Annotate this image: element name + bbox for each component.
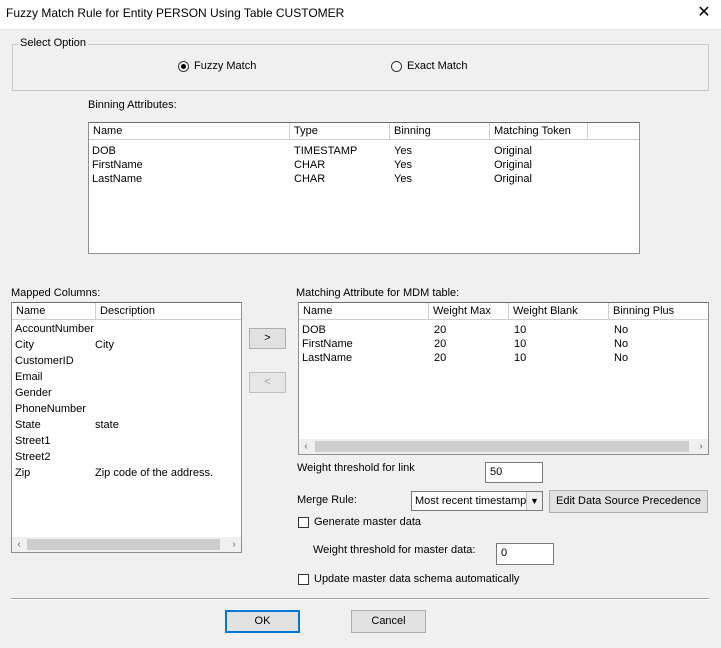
weight-threshold-master-input[interactable]: 0 — [496, 543, 554, 565]
close-icon[interactable]: ✕ — [694, 4, 714, 24]
binning-attributes-label: Binning Attributes: — [88, 99, 177, 111]
binning-cell-type: TIMESTAMP — [294, 145, 358, 157]
scroll-left-icon[interactable]: ‹ — [12, 537, 26, 552]
binning-cell-token: Original — [494, 173, 532, 185]
generate-master-data-checkbox[interactable] — [298, 517, 309, 528]
update-schema-checkbox[interactable] — [298, 574, 309, 585]
scroll-thumb[interactable] — [27, 539, 220, 550]
matching-cell-binning-plus: No — [614, 338, 629, 350]
binning-cell-name: DOB — [92, 145, 116, 157]
binning-col-matching-token[interactable]: Matching Token — [490, 123, 588, 140]
binning-attributes-list[interactable]: Name Type Binning Matching Token DOB TIM… — [88, 122, 640, 254]
binning-col-name[interactable]: Name — [89, 123, 290, 140]
weight-threshold-link-input[interactable]: 50 — [485, 462, 543, 483]
binning-cell-token: Original — [494, 159, 532, 171]
mapped-cell-name: PhoneNumber — [15, 403, 86, 415]
mapped-cell-description: City — [95, 339, 114, 351]
binning-col-type[interactable]: Type — [290, 123, 390, 140]
ok-button[interactable]: OK — [225, 610, 300, 633]
exact-match-radio[interactable] — [391, 61, 402, 72]
matching-attribute-list[interactable]: Name Weight Max Weight Blank Binning Plu… — [298, 302, 709, 455]
matching-col-weight-max[interactable]: Weight Max — [429, 303, 509, 320]
merge-rule-value: Most recent timestamp — [415, 495, 527, 507]
scroll-right-icon[interactable]: › — [227, 537, 241, 552]
mapped-col-description[interactable]: Description — [96, 303, 241, 320]
mapped-columns-label: Mapped Columns: — [11, 287, 101, 299]
fuzzy-match-radio[interactable] — [178, 61, 189, 72]
mapped-cell-name: Street2 — [15, 451, 51, 463]
scroll-left-icon[interactable]: ‹ — [299, 439, 313, 454]
mapped-cell-name: Zip — [15, 467, 31, 479]
merge-rule-select[interactable]: Most recent timestamp ▼ — [411, 491, 543, 511]
weight-threshold-master-label: Weight threshold for master data: — [313, 544, 476, 556]
binning-cell-binning: Yes — [394, 173, 412, 185]
matching-cell-name: DOB — [302, 324, 326, 336]
select-option-group — [12, 44, 709, 91]
mapped-cell-description: state — [95, 419, 119, 431]
edit-data-source-precedence-button[interactable]: Edit Data Source Precedence — [549, 490, 708, 513]
cancel-button[interactable]: Cancel — [351, 610, 426, 633]
mapped-cell-name: City — [15, 339, 34, 351]
mapped-cell-name: State — [15, 419, 41, 431]
binning-col-binning[interactable]: Binning — [390, 123, 490, 140]
matching-cell-weight-blank: 10 — [514, 324, 527, 336]
binning-cell-binning: Yes — [394, 145, 412, 157]
binning-cell-type: CHAR — [294, 173, 326, 185]
matching-attribute-label: Matching Attribute for MDM table: — [296, 287, 460, 299]
binning-col-filler — [588, 123, 639, 140]
mapped-horizontal-scrollbar[interactable]: ‹ › — [12, 537, 241, 552]
matching-cell-weight-max: 20 — [434, 352, 447, 364]
matching-cell-weight-max: 20 — [434, 324, 447, 336]
matching-cell-weight-blank: 10 — [514, 338, 527, 350]
weight-threshold-link-label: Weight threshold for link — [297, 462, 415, 474]
matching-cell-weight-blank: 10 — [514, 352, 527, 364]
title-bar: Fuzzy Match Rule for Entity PERSON Using… — [0, 0, 721, 30]
scroll-thumb[interactable] — [315, 441, 689, 452]
matching-cell-weight-max: 20 — [434, 338, 447, 350]
binning-cell-token: Original — [494, 145, 532, 157]
mapped-columns-list[interactable]: Name Description AccountNumber City City … — [11, 302, 242, 553]
chevron-down-icon[interactable]: ▼ — [526, 492, 542, 510]
matching-cell-name: FirstName — [302, 338, 353, 350]
matching-cell-binning-plus: No — [614, 324, 629, 336]
select-option-legend: Select Option — [18, 37, 89, 49]
matching-col-binning-plus[interactable]: Binning Plus — [609, 303, 708, 320]
mapped-cell-name: Gender — [15, 387, 52, 399]
add-column-button[interactable]: > — [249, 328, 286, 349]
exact-match-label[interactable]: Exact Match — [407, 60, 468, 72]
binning-cell-binning: Yes — [394, 159, 412, 171]
matching-horizontal-scrollbar[interactable]: ‹ › — [299, 439, 708, 454]
mapped-col-name[interactable]: Name — [12, 303, 96, 320]
matching-col-name[interactable]: Name — [299, 303, 429, 320]
binning-cell-name: LastName — [92, 173, 143, 185]
fuzzy-match-label[interactable]: Fuzzy Match — [194, 60, 256, 72]
mapped-cell-name: Street1 — [15, 435, 51, 447]
mapped-cell-name: Email — [15, 371, 43, 383]
binning-cell-name: FirstName — [92, 159, 143, 171]
update-schema-label[interactable]: Update master data schema automatically — [314, 573, 519, 585]
merge-rule-label: Merge Rule: — [297, 494, 357, 506]
matching-cell-name: LastName — [302, 352, 353, 364]
scroll-right-icon[interactable]: › — [694, 439, 708, 454]
binning-cell-type: CHAR — [294, 159, 326, 171]
matching-cell-binning-plus: No — [614, 352, 629, 364]
footer-divider — [11, 598, 709, 600]
generate-master-data-label[interactable]: Generate master data — [314, 516, 421, 528]
remove-column-button[interactable]: < — [249, 372, 286, 393]
window-title: Fuzzy Match Rule for Entity PERSON Using… — [6, 6, 345, 20]
matching-col-weight-blank[interactable]: Weight Blank — [509, 303, 609, 320]
mapped-cell-name: AccountNumber — [15, 323, 94, 335]
mapped-cell-name: CustomerID — [15, 355, 74, 367]
mapped-cell-description: Zip code of the address. — [95, 467, 214, 479]
